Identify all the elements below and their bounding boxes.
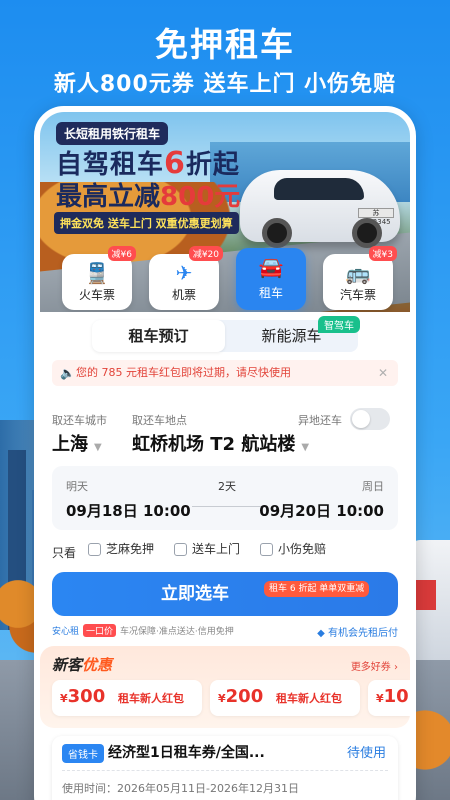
checkbox[interactable] [174,543,187,556]
car-plate: 苏A·12345 [358,208,394,226]
cta-label: 立即选车 [161,584,229,604]
smart-car-badge: 智驾车 [318,316,360,333]
pickup-day-label: 明天 [66,480,88,493]
hero-subtitle: 新人800元券 送车上门 小伤免赔 [53,72,397,97]
close-icon[interactable]: ✕ [378,360,388,386]
category-label: 汽车票 [339,288,376,302]
coupon-name: 租车新人红包 [276,692,342,705]
more-coupons-link[interactable]: 更多好券 › [351,658,398,673]
speaker-icon: 🔈 [60,366,75,380]
return-time[interactable]: 09月20日 10:00 [259,500,384,521]
filter-label: 只看 [52,546,77,560]
voucher-tag: 省钱卡 [62,744,104,763]
remote-return-label: 异地还车 [298,414,342,427]
car-image: 苏A·12345 [240,170,400,248]
date-picker[interactable]: 明天 09月18日 10:00 2天 周日 09月20日 10:00 [52,466,398,530]
bus-icon: 🚌 [345,261,371,285]
coupon-card[interactable]: ¥200 租车新人红包 [210,680,360,716]
return-day-label: 周日 [362,480,384,493]
category-flight[interactable]: 减¥20 ✈ 机票 [149,246,223,310]
checkbox[interactable] [260,543,273,556]
voucher-title: 经济型1日租车券/全国... [108,745,265,761]
category-bus[interactable]: 减¥3 🚌 汽车票 [323,246,397,310]
pickup-time[interactable]: 09月18日 10:00 [66,500,191,521]
tab-rental-booking[interactable]: 租车预订 [92,320,225,352]
car-icon: 🚘 [258,255,284,279]
promo-title: 新客优惠 [52,656,113,674]
expiry-notice[interactable]: 🔈 您的 785 元租车红包即将过期，请尽快使用 ✕ [52,360,398,386]
category-car[interactable]: 🚘 租车 [236,248,306,310]
train-icon: 🚆 [84,261,110,285]
assurance-row[interactable]: 安心租 一口价 车况保障·准点送达·信用免押 [52,624,234,637]
location-selector[interactable]: 虹桥机场 T2 航站楼 ▼ [132,430,309,456]
select-car-button[interactable]: 立即选车 租车 6 折起 单单双重减 [52,572,398,616]
caret-down-icon: ▼ [301,442,310,453]
phone-frame: 苏A·12345 长短租用铁行租车 自驾租车6折起 最高立减800元 押金双免 … [34,106,416,800]
voucher-status[interactable]: 待使用 [347,742,386,761]
coupon-card[interactable]: ¥300 租车新人红包 [52,680,202,716]
coupon-amount: ¥300 [60,686,106,707]
city-label: 取还车城市 [52,414,107,427]
category-label: 火车票 [78,288,115,302]
coupon-amount: ¥200 [218,686,264,707]
category-label: 租车 [258,286,283,300]
duration-line [192,506,262,507]
voucher-card[interactable]: 省钱卡 经济型1日租车券/全国... 待使用 使用时间：2026年05月11日-… [52,736,398,800]
banner-perks: 押金双免 送车上门 双重优惠更划算 [54,212,239,234]
background-train [410,540,450,660]
category-label: 机票 [171,288,196,302]
category-bar: 减¥6 🚆 火车票 减¥20 ✈ 机票 🚘 租车 减¥3 🚌 汽车票 [40,246,410,318]
banner-tag: 长短租用铁行租车 [56,122,169,145]
coupon-card[interactable]: ¥10 [368,680,410,716]
hero-title: 免押租车 [155,25,295,64]
voucher-time: 使用时间：2026年05月11日-2026年12月31日 [62,782,299,795]
duration: 2天 [218,480,236,493]
discount-badge: 减¥20 [188,246,223,261]
filter-zhima[interactable]: 芝麻免押 [88,540,154,557]
category-train[interactable]: 减¥6 🚆 火车票 [62,246,136,310]
divider [62,770,388,771]
notice-text: 您的 785 元租车红包即将过期，请尽快使用 [76,366,291,379]
filter-damage-waiver[interactable]: 小伤免赔 [260,540,326,557]
pay-later-link[interactable]: ◆ 有机会先租后付 [317,624,398,639]
booking-card: 租车预订 新能源车 智驾车 🔈 您的 785 元租车红包即将过期，请尽快使用 ✕… [40,312,410,642]
cta-badge: 租车 6 折起 单单双重减 [264,581,370,597]
info-icon: ◆ [317,628,325,639]
plane-icon: ✈ [175,261,193,285]
discount-badge: 减¥6 [107,246,136,261]
caret-down-icon: ▼ [94,442,102,453]
discount-badge: 减¥3 [368,246,397,261]
coupon-amount: ¥10 [376,686,409,707]
new-user-promo: 新客优惠 更多好券 › ¥300 租车新人红包 ¥200 租车新人红包 ¥10 [40,646,410,728]
filter-delivery[interactable]: 送车上门 [174,540,240,557]
location-label: 取还车地点 [132,414,187,427]
banner-headline-2: 最高立减800元 [56,182,241,212]
checkbox[interactable] [88,543,101,556]
city-selector[interactable]: 上海 ▼ [52,430,102,456]
coupon-name: 租车新人红包 [118,692,184,705]
remote-return-toggle[interactable] [350,408,390,430]
